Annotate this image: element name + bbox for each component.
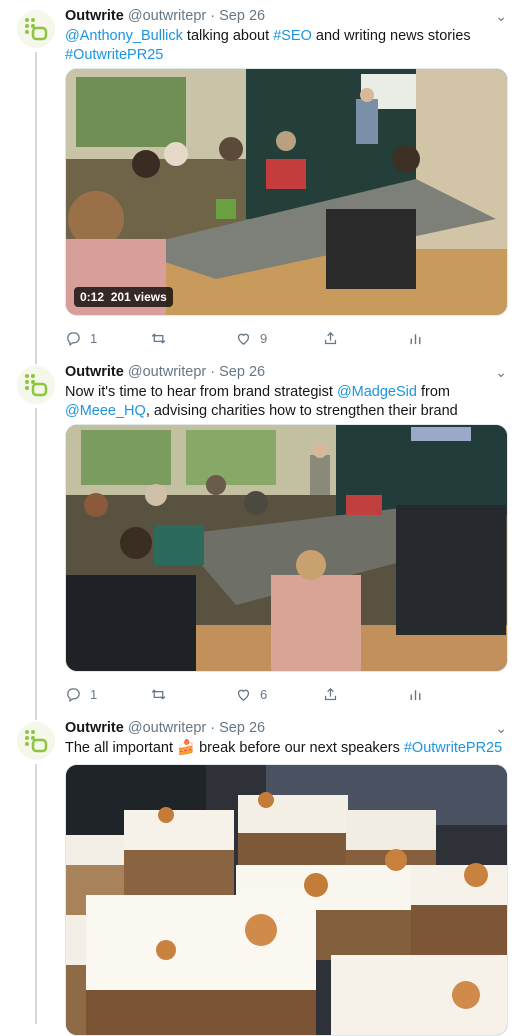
display-name[interactable]: Outwrite <box>65 720 124 736</box>
analytics-icon <box>410 334 421 345</box>
tweet-actions: 1 9 <box>65 330 435 350</box>
tweet-text: The all important 🍰 break before our nex… <box>65 739 505 758</box>
like-count: 9 <box>260 331 268 346</box>
photo-image <box>66 765 507 1035</box>
display-name[interactable]: Outwrite <box>65 364 124 380</box>
avatar[interactable] <box>17 366 55 404</box>
separator: · <box>210 364 216 380</box>
like-count: 6 <box>260 687 268 702</box>
tweet-photo[interactable] <box>65 424 508 672</box>
display-name[interactable]: Outwrite <box>65 8 124 24</box>
avatar[interactable] <box>17 10 55 48</box>
reply-icon <box>67 688 80 703</box>
text-segment: talking about <box>182 28 274 44</box>
tweet[interactable]: Outwrite @outwritepr · Sep 26 ⌄ @Anthony… <box>0 0 523 356</box>
tweet-date[interactable]: Sep 26 <box>219 364 265 380</box>
analytics-button[interactable] <box>407 686 424 703</box>
cake-emoji: 🍰 <box>177 740 196 756</box>
outwrite-logo-icon <box>25 730 48 753</box>
retweet-button[interactable] <box>150 330 175 347</box>
text-segment: break before our next speakers <box>195 740 404 756</box>
avatar[interactable] <box>17 722 55 760</box>
share-button[interactable] <box>322 686 339 703</box>
heart-icon <box>237 333 250 345</box>
tweet-date[interactable]: Sep 26 <box>219 8 265 24</box>
like-button[interactable]: 9 <box>235 330 267 347</box>
tweet-video[interactable]: 0:12 201 views <box>65 68 508 316</box>
reply-button[interactable]: 1 <box>65 686 97 703</box>
user-handle[interactable]: @outwritepr <box>128 364 206 380</box>
hashtag-link[interactable]: #OutwritePR25 <box>404 740 502 756</box>
photo-image <box>66 425 507 671</box>
text-segment: , advising charities how to strengthen t… <box>145 403 458 419</box>
text-segment: and writing news stories <box>311 28 471 44</box>
tweet[interactable]: Outwrite @outwritepr · Sep 26 ⌄ Now it's… <box>0 356 523 712</box>
mention-link[interactable]: @Meee_HQ <box>65 403 146 419</box>
tweet-text: @Anthony_Bullick talking about #SEO and … <box>65 27 505 65</box>
user-handle[interactable]: @outwritepr <box>128 8 206 24</box>
outwrite-logo-icon <box>25 374 48 397</box>
chevron-down-icon[interactable]: ⌄ <box>495 720 507 737</box>
analytics-icon <box>410 690 421 701</box>
tweet[interactable]: Outwrite @outwritepr · Sep 26 ⌄ The all … <box>0 712 523 1036</box>
text-segment: The all important <box>65 740 178 756</box>
reply-button[interactable]: 1 <box>65 330 97 347</box>
retweet-icon <box>151 689 166 700</box>
separator: · <box>210 720 216 736</box>
mention-link[interactable]: @Anthony_Bullick <box>65 28 183 44</box>
retweet-button[interactable] <box>150 686 175 703</box>
outwrite-logo-icon <box>25 18 48 41</box>
video-duration: 0:12 <box>80 290 105 304</box>
user-handle[interactable]: @outwritepr <box>128 720 206 736</box>
video-thumbnail <box>66 69 507 315</box>
tweet-header: Outwrite @outwritepr · Sep 26 <box>65 720 265 736</box>
like-button[interactable]: 6 <box>235 686 267 703</box>
hashtag-link[interactable]: #OutwritePR25 <box>65 47 163 63</box>
share-icon <box>324 331 337 345</box>
mention-link[interactable]: @MadgeSid <box>337 384 417 400</box>
text-segment: Now it's time to hear from brand strateg… <box>65 384 337 400</box>
share-button[interactable] <box>322 330 339 347</box>
separator: · <box>210 8 216 24</box>
retweet-icon <box>151 333 166 344</box>
heart-icon <box>237 689 250 701</box>
hashtag-link[interactable]: #SEO <box>273 28 312 44</box>
text-segment: from <box>416 384 450 400</box>
reply-count: 1 <box>90 331 98 346</box>
reply-icon <box>67 332 80 347</box>
tweet-header: Outwrite @outwritepr · Sep 26 <box>65 8 265 24</box>
video-views: 201 views <box>110 290 167 304</box>
tweet-photo[interactable] <box>65 764 508 1036</box>
chevron-down-icon[interactable]: ⌄ <box>495 8 507 25</box>
chevron-down-icon[interactable]: ⌄ <box>495 364 507 381</box>
tweet-date[interactable]: Sep 26 <box>219 720 265 736</box>
tweet-text: Now it's time to hear from brand strateg… <box>65 383 505 421</box>
reply-count: 1 <box>90 687 98 702</box>
share-icon <box>324 687 337 701</box>
video-stats-badge: 0:12 201 views <box>74 287 173 307</box>
analytics-button[interactable] <box>407 330 424 347</box>
tweet-header: Outwrite @outwritepr · Sep 26 <box>65 364 265 380</box>
tweet-actions: 1 6 <box>65 686 435 706</box>
